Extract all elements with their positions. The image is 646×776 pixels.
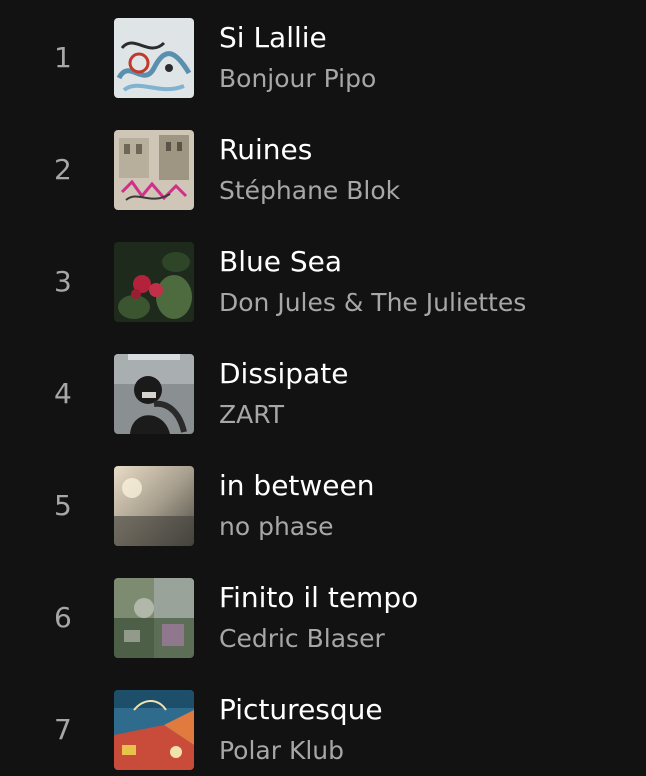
album-art-finito-il-tempo: [114, 578, 194, 658]
track-row[interactable]: 5 in between no phase: [0, 466, 646, 578]
track-number: 3: [54, 265, 72, 298]
album-art-blue-sea: [114, 242, 194, 322]
track-artist[interactable]: Stéphane Blok: [219, 176, 400, 206]
track-artist[interactable]: Don Jules & The Juliettes: [219, 288, 526, 318]
track-meta: Dissipate ZART: [219, 354, 348, 430]
track-meta: Picturesque Polar Klub: [219, 690, 383, 766]
album-art-ruines: [114, 130, 194, 210]
track-row[interactable]: 1 Si Lallie Bonjour Pipo: [0, 18, 646, 130]
track-artist[interactable]: ZART: [219, 400, 348, 430]
track-number: 6: [54, 601, 72, 634]
track-title[interactable]: Ruines: [219, 132, 400, 168]
track-number: 5: [54, 489, 72, 522]
track-title[interactable]: Finito il tempo: [219, 580, 418, 616]
track-row[interactable]: 6 Finito il tempo Cedric Blaser: [0, 578, 646, 690]
track-row[interactable]: 3 Blue Sea Don Jules & The Juliettes: [0, 242, 646, 354]
track-row[interactable]: 4 Dissipate ZART: [0, 354, 646, 466]
track-meta: Finito il tempo Cedric Blaser: [219, 578, 418, 654]
track-artist[interactable]: no phase: [219, 512, 375, 542]
album-art-bonjour-pipo: [114, 18, 194, 98]
track-number: 2: [54, 153, 72, 186]
track-meta: in between no phase: [219, 466, 375, 542]
track-number: 7: [54, 713, 72, 746]
track-title[interactable]: in between: [219, 468, 375, 504]
track-artist[interactable]: Bonjour Pipo: [219, 64, 376, 94]
track-artist[interactable]: Polar Klub: [219, 736, 383, 766]
track-row[interactable]: 2 Ruines Stéphane Blok: [0, 130, 646, 242]
track-title[interactable]: Blue Sea: [219, 244, 526, 280]
track-meta: Ruines Stéphane Blok: [219, 130, 400, 206]
track-meta: Blue Sea Don Jules & The Juliettes: [219, 242, 526, 318]
album-art-dissipate: [114, 354, 194, 434]
track-title[interactable]: Dissipate: [219, 356, 348, 392]
track-number: 4: [54, 377, 72, 410]
album-art-in-between: [114, 466, 194, 546]
track-row[interactable]: 7 Picturesque Polar Klub: [0, 690, 646, 776]
track-meta: Si Lallie Bonjour Pipo: [219, 18, 376, 94]
album-art-picturesque: [114, 690, 194, 770]
track-artist[interactable]: Cedric Blaser: [219, 624, 418, 654]
track-title[interactable]: Picturesque: [219, 692, 383, 728]
track-title[interactable]: Si Lallie: [219, 20, 376, 56]
track-list: 1 Si Lallie Bonjour Pipo 2 Ruines Stépha…: [0, 0, 646, 776]
track-number: 1: [54, 41, 72, 74]
